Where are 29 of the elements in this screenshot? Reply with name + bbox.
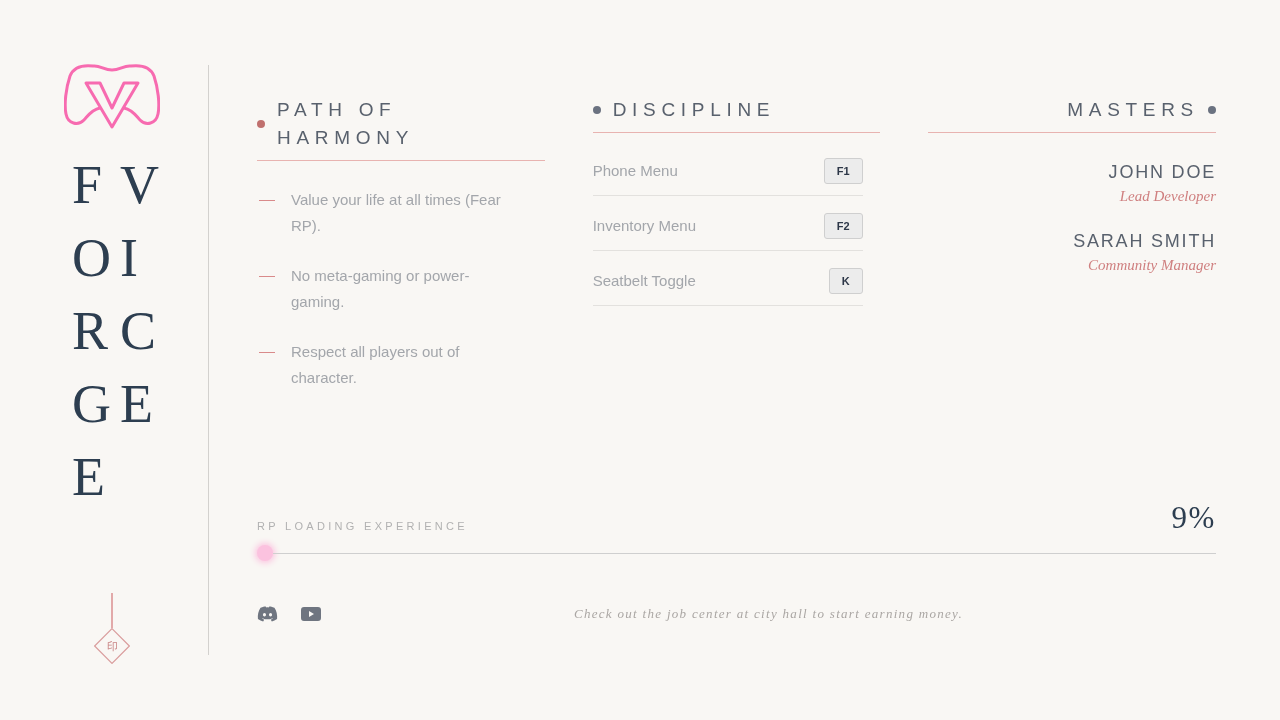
youtube-icon[interactable] [301, 607, 321, 621]
keybind-label: Phone Menu [592, 161, 678, 181]
staff-role: Community Manager [1088, 256, 1216, 275]
diamond-frame-icon [94, 628, 130, 664]
rule-text: Respect all players out of character. [291, 342, 461, 388]
brand-word: FORGE [72, 154, 112, 509]
staff-role: Lead Developer [1119, 187, 1216, 206]
section-title: PATH OF HARMONY [277, 98, 415, 150]
tip-text: Check out the job center at city hall to start earning money. [573, 605, 964, 624]
progress-label: RP LOADING EXPERIENCE [257, 519, 468, 534]
dash-icon [259, 200, 275, 201]
staff-name: JOHN DOE [1108, 161, 1216, 184]
key-cap: F2 [823, 213, 863, 239]
discord-icon[interactable] [257, 606, 278, 622]
section-title: MASTERS [1067, 98, 1199, 122]
key-cap: K [828, 268, 863, 294]
keybind-label: Inventory Menu [592, 216, 697, 236]
brand-word: VICE [120, 154, 160, 436]
progress-percent: 9% [1171, 500, 1216, 536]
rule-text: No meta-gaming or power-gaming. [291, 266, 471, 312]
gamepad-logo-icon [64, 64, 160, 130]
key-cap: F1 [823, 158, 863, 184]
seal-character: 印 [106, 640, 118, 652]
staff-name: SARAH SMITH [1073, 230, 1216, 253]
dash-icon [259, 352, 275, 353]
dash-icon [259, 276, 275, 277]
section-title: DISCIPLINE [612, 98, 776, 122]
keybind-label: Seatbelt Toggle [592, 271, 696, 291]
rule-text: Value your life at all times (Fear RP). [291, 190, 502, 236]
